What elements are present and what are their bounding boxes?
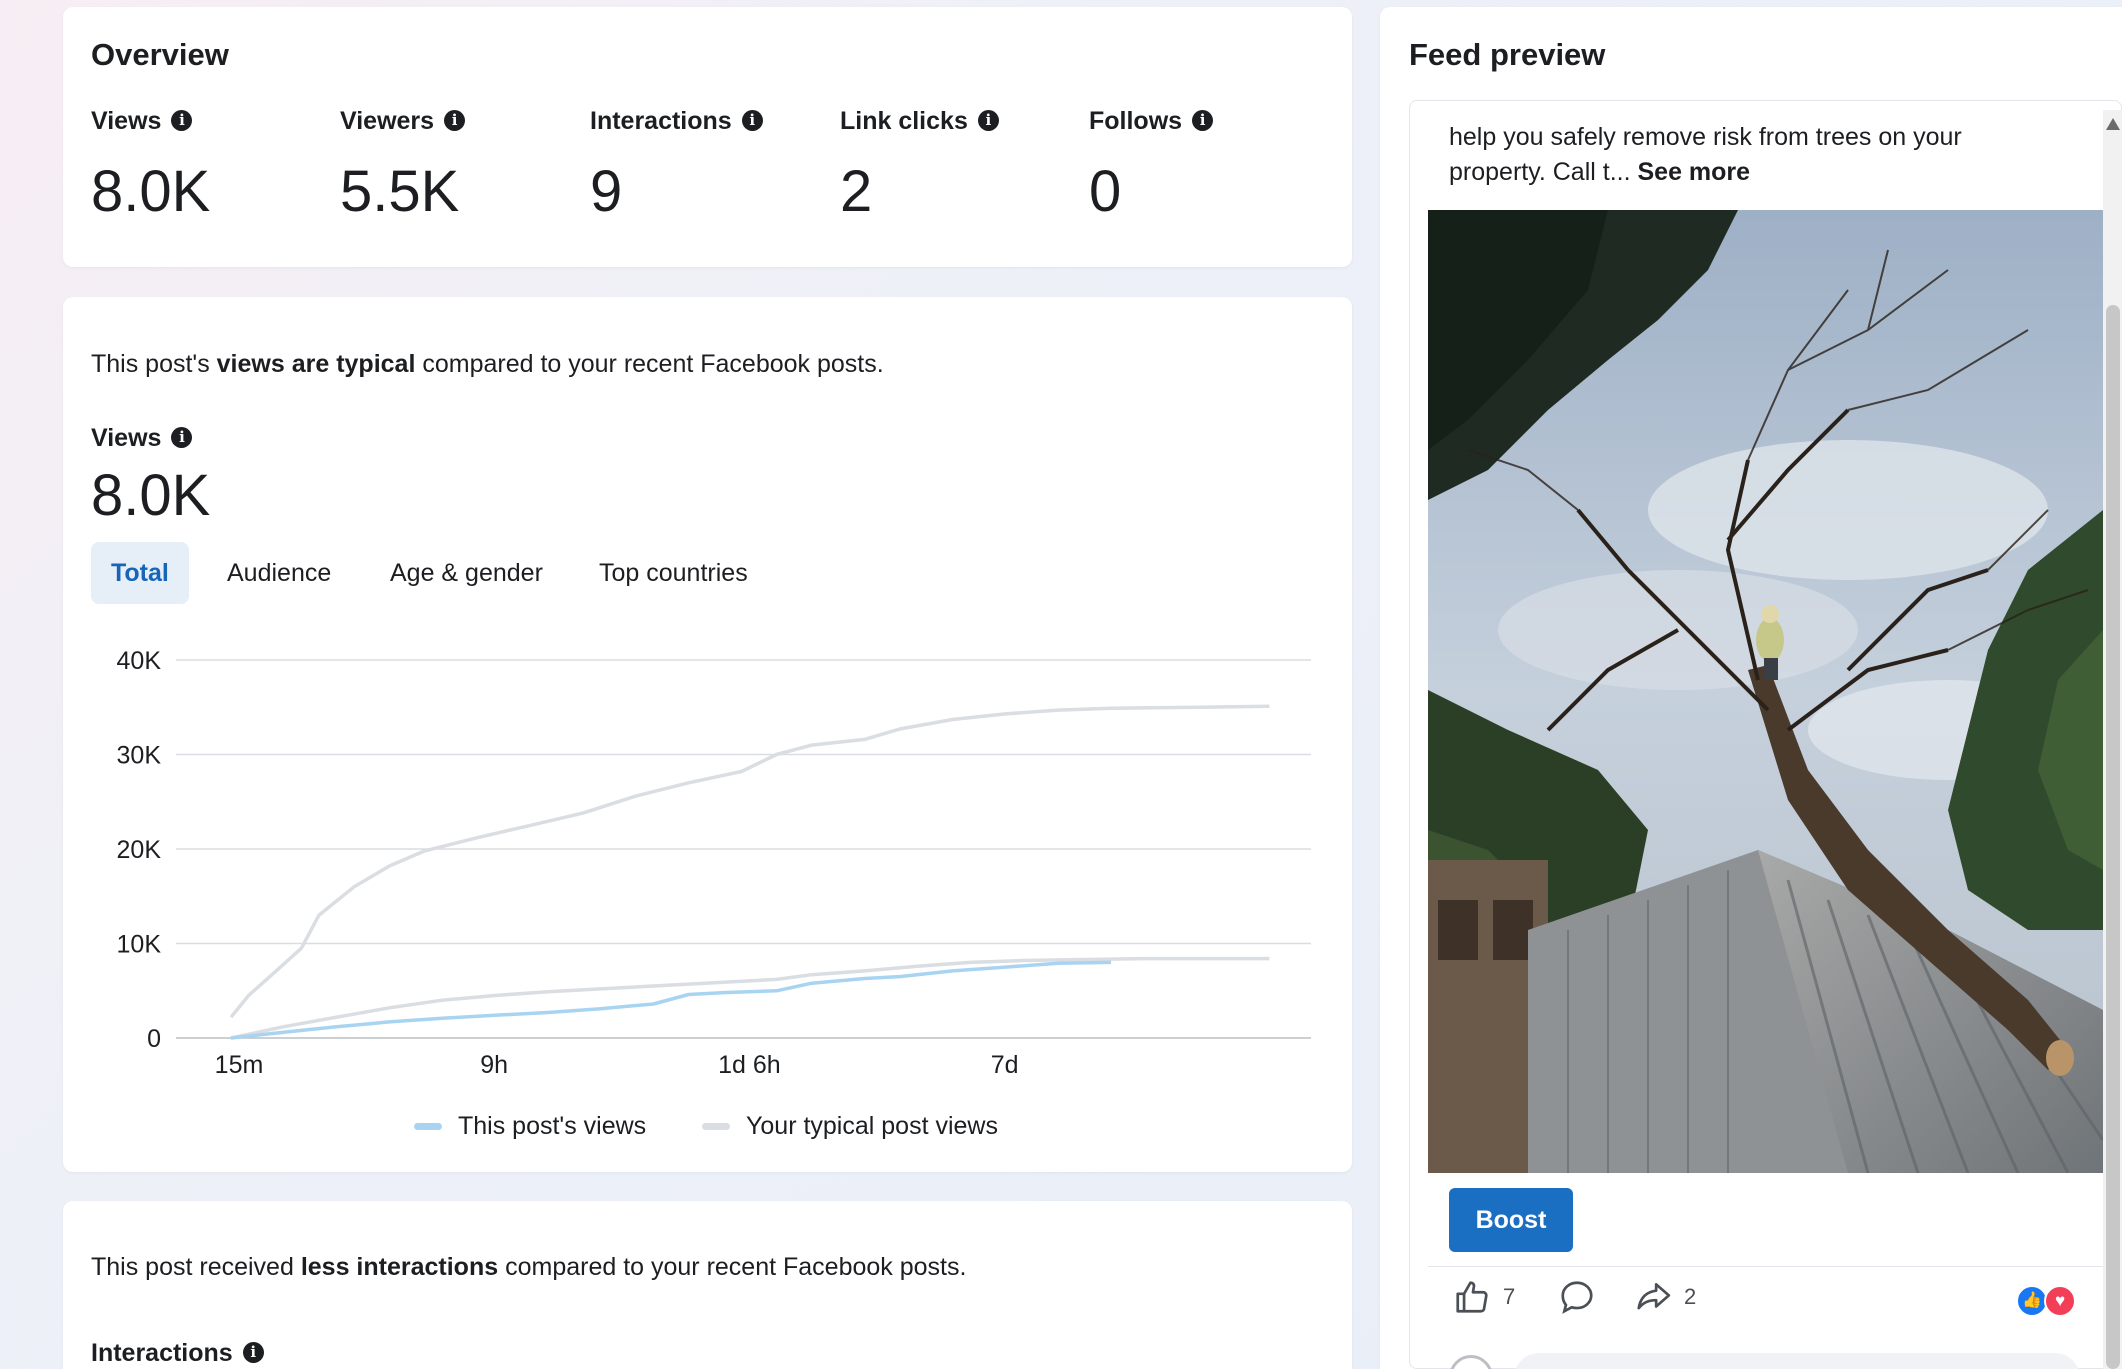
legend-swatch-typical	[702, 1123, 730, 1130]
metric-value: 5.5K	[340, 159, 460, 224]
info-icon[interactable]: i	[444, 109, 466, 131]
comment-icon	[1561, 1281, 1593, 1314]
y-tick-label: 30K	[117, 742, 162, 770]
post-photo[interactable]	[1428, 210, 2103, 1173]
legend-this-post: This post's views	[414, 1112, 646, 1141]
metric-interactions: Interactions i 9	[590, 107, 763, 225]
feed-preview-title: Feed preview	[1409, 37, 1606, 72]
sentence-pre: This post's	[91, 350, 217, 378]
overview-title: Overview	[91, 37, 229, 72]
info-icon[interactable]: i	[171, 426, 193, 448]
comment-input[interactable]	[1514, 1353, 2080, 1369]
info-icon[interactable]: i	[242, 1341, 264, 1363]
views-metric-label-row: Views i	[91, 424, 193, 453]
metric-value: 8.0K	[91, 159, 211, 224]
interactions-comparison-text: This post received less interactions com…	[91, 1253, 966, 1282]
metric-link-clicks: Link clicks i 2	[840, 107, 999, 225]
series-line	[230, 960, 1112, 1040]
sentence-bold: views are typical	[216, 350, 416, 378]
info-icon[interactable]: i	[1192, 109, 1214, 131]
tab-total[interactable]: Total	[91, 542, 189, 604]
metric-value: 0	[1089, 159, 1122, 224]
y-tick-label: 20K	[117, 836, 162, 864]
metric-label: Viewers	[340, 107, 435, 135]
interactions-metric-label-row: Interactions i	[91, 1339, 264, 1368]
scroll-up-arrow[interactable]	[2106, 118, 2120, 130]
post-text: help you safely remove risk from trees o…	[1449, 120, 1962, 190]
post-text-line: help you safely remove risk from trees o…	[1449, 123, 1962, 151]
like-count: 7	[1503, 1284, 1516, 1309]
x-tick-label: 7d	[991, 1051, 1019, 1079]
metric-label: Views	[91, 107, 162, 135]
preview-scrollbar-thumb[interactable]	[2106, 305, 2120, 1369]
series-line	[230, 956, 1270, 1040]
interactions-metric-label: Interactions	[91, 1339, 233, 1367]
share-action[interactable]: 2	[1634, 1278, 1696, 1316]
see-more-link[interactable]: See more	[1638, 158, 1751, 186]
metric-label: Interactions	[590, 107, 732, 135]
metric-value: 2	[840, 159, 873, 224]
x-tick-label: 1d 6h	[718, 1051, 781, 1079]
metric-follows: Follows i 0	[1089, 107, 1214, 225]
sentence-post: compared to your recent Facebook posts.	[498, 1253, 967, 1281]
legend-swatch-this-post	[414, 1123, 442, 1130]
post-text-line: property. Call t...	[1449, 158, 1631, 186]
share-count: 2	[1684, 1284, 1697, 1309]
y-tick-label: 40K	[117, 647, 162, 675]
love-reaction-icon: ♥	[2044, 1285, 2076, 1317]
x-tick-label: 15m	[215, 1051, 264, 1079]
comment-action[interactable]	[1558, 1278, 1596, 1316]
metric-label: Link clicks	[840, 107, 968, 135]
sentence-pre: This post received	[91, 1253, 301, 1281]
tab-age-gender[interactable]: Age & gender	[370, 542, 563, 604]
info-icon[interactable]: i	[741, 109, 763, 131]
legend-label: Your typical post views	[746, 1112, 998, 1140]
views-metric-label: Views	[91, 424, 162, 452]
info-icon[interactable]: i	[977, 109, 999, 131]
metric-viewers: Viewers i 5.5K	[340, 107, 466, 225]
views-metric-value: 8.0K	[91, 463, 211, 528]
sentence-bold: less interactions	[300, 1253, 499, 1281]
views-line-chart: 0 10K 20K 30K 40K 15m 9h 1d 6h 7d	[117, 647, 1311, 1079]
tab-top-countries[interactable]: Top countries	[579, 542, 768, 604]
legend-label: This post's views	[458, 1112, 647, 1140]
like-action[interactable]: 7	[1453, 1278, 1515, 1316]
overview-card: Overview Views i 8.0K Viewers i 5.5K Inter…	[63, 7, 1352, 267]
sentence-post: compared to your recent Facebook posts.	[415, 350, 884, 378]
metric-views: Views i 8.0K	[91, 107, 210, 225]
y-tick-label: 0	[147, 1025, 161, 1053]
x-tick-label: 9h	[480, 1051, 508, 1079]
series-line	[229, 704, 1270, 1019]
views-comparison-text: This post's views are typical compared t…	[91, 350, 884, 379]
reactions-summary[interactable]: 👍 ♥	[2016, 1285, 2078, 1317]
post-divider	[1428, 1266, 2103, 1267]
metric-label: Follows	[1089, 107, 1183, 135]
boost-button[interactable]: Boost	[1449, 1188, 1573, 1252]
y-tick-label: 10K	[117, 931, 162, 959]
legend-typical: Your typical post views	[702, 1112, 998, 1141]
tab-audience[interactable]: Audience	[207, 542, 351, 604]
info-icon[interactable]: i	[171, 109, 193, 131]
like-icon	[1456, 1281, 1488, 1313]
metric-value: 9	[590, 159, 623, 224]
share-icon	[1637, 1282, 1671, 1310]
